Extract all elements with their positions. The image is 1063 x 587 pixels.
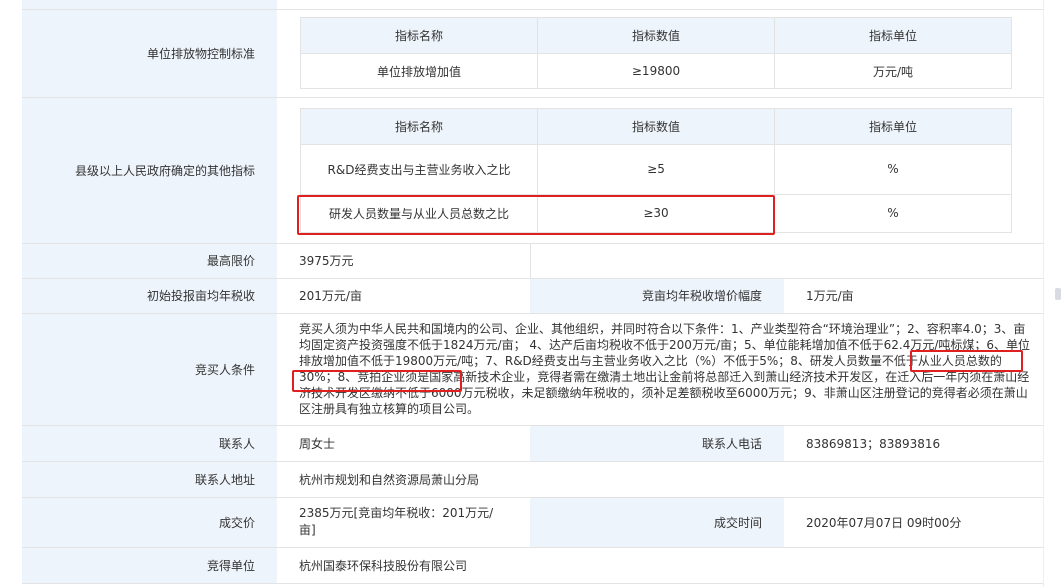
- deal-time-value: 2020年07月07日 09时00分: [784, 497, 1044, 548]
- emission-label: 单位排放物控制标准: [22, 9, 277, 98]
- subtable-cell: 研发人员数量与从业人员总数之比: [300, 193, 538, 233]
- tax-increment-value: 1万元/亩: [784, 278, 1044, 314]
- max-price-empty: [529, 243, 1044, 279]
- deal-time-label: 成交时间: [530, 497, 784, 548]
- subtable-header: 指标单位: [774, 107, 1012, 145]
- detail-table: 单位排放物控制标准 指标名称 指标数值 指标单位 单位排放增加值 ≥19800 …: [22, 0, 1044, 584]
- row-deal: 成交价 2385万元[竞亩均年税收：201万元/亩] 成交时间 2020年07月…: [22, 497, 1044, 548]
- subtable-cell: 单位排放增加值: [300, 53, 538, 89]
- subtable-header: 指标单位: [774, 17, 1012, 54]
- row-buyer-conditions: 竞买人条件 竞买人须为中华人民共和国境内的公司、企业、其他组织，并同时符合以下条…: [22, 313, 1044, 426]
- row-max-price: 最高限价 3975万元: [22, 243, 1044, 279]
- tax-value: 201万元/亩: [277, 278, 530, 314]
- contact-value: 周女士: [277, 425, 530, 462]
- subtable-header: 指标名称: [300, 17, 538, 54]
- emission-subtable: 指标名称 指标数值 指标单位 单位排放增加值 ≥19800 万元/吨: [300, 17, 1012, 89]
- other-subtable-cell: 指标名称 指标数值 指标单位 R&D经费支出与主营业务收入之比 ≥5 % 研发人…: [277, 97, 1044, 244]
- scrollbar-track[interactable]: [1043, 0, 1063, 587]
- address-value: 杭州市规划和自然资源局萧山分局: [277, 461, 1044, 498]
- subtable-cell: %: [774, 143, 1012, 195]
- subtable-cell: ≥5: [537, 143, 775, 195]
- row-emission-standard: 单位排放物控制标准 指标名称 指标数值 指标单位 单位排放增加值 ≥19800 …: [22, 9, 1044, 98]
- top-spacer-value: [277, 0, 1044, 10]
- max-price-value: 3975万元: [277, 243, 530, 279]
- contact-phone-value: 83869813；83893816: [784, 425, 1044, 462]
- tax-increment-label: 竞亩均年税收增价幅度: [530, 278, 784, 314]
- buyer-conditions-label: 竞买人条件: [22, 313, 277, 426]
- subtable-cell: ≥19800: [537, 53, 775, 89]
- row-contact: 联系人 周女士 联系人电话 83869813；83893816: [22, 425, 1044, 462]
- address-label: 联系人地址: [22, 461, 277, 498]
- emission-subtable-cell: 指标名称 指标数值 指标单位 单位排放增加值 ≥19800 万元/吨: [277, 9, 1044, 98]
- subtable-cell: %: [774, 193, 1012, 233]
- other-subtable: 指标名称 指标数值 指标单位 R&D经费支出与主营业务收入之比 ≥5 % 研发人…: [300, 107, 1012, 233]
- contact-label: 联系人: [22, 425, 277, 462]
- contact-phone-label: 联系人电话: [530, 425, 784, 462]
- subtable-cell: 万元/吨: [774, 53, 1012, 89]
- deal-price-value: 2385万元[竞亩均年税收：201万元/亩]: [277, 497, 530, 548]
- subtable-header: 指标数值: [537, 107, 775, 145]
- row-tax: 初始投报亩均年税收 201万元/亩 竞亩均年税收增价幅度 1万元/亩: [22, 278, 1044, 314]
- deal-price-label: 成交价: [22, 497, 277, 548]
- other-indicators-label: 县级以上人民政府确定的其他指标: [22, 97, 277, 244]
- winner-label: 竞得单位: [22, 547, 277, 584]
- winner-value: 杭州国泰环保科技股份有限公司: [277, 547, 1044, 584]
- tax-label: 初始投报亩均年税收: [22, 278, 277, 314]
- max-price-label: 最高限价: [22, 243, 277, 279]
- row-other-indicators: 县级以上人民政府确定的其他指标 指标名称 指标数值 指标单位 R&D经费支出与主…: [22, 97, 1044, 244]
- top-spacer-label: [22, 0, 277, 10]
- scrollbar-thumb[interactable]: [1055, 288, 1061, 300]
- buyer-conditions-text: 竞买人须为中华人民共和国境内的公司、企业、其他组织，并同时符合以下条件：1、产业…: [277, 313, 1044, 426]
- row-address: 联系人地址 杭州市规划和自然资源局萧山分局: [22, 461, 1044, 498]
- subtable-header: 指标名称: [300, 107, 538, 145]
- subtable-cell: ≥30: [537, 193, 775, 233]
- subtable-cell: R&D经费支出与主营业务收入之比: [300, 143, 538, 195]
- subtable-header: 指标数值: [537, 17, 775, 54]
- row-winner: 竞得单位 杭州国泰环保科技股份有限公司: [22, 547, 1044, 584]
- land-transaction-detail: 单位排放物控制标准 指标名称 指标数值 指标单位 单位排放增加值 ≥19800 …: [0, 0, 1063, 587]
